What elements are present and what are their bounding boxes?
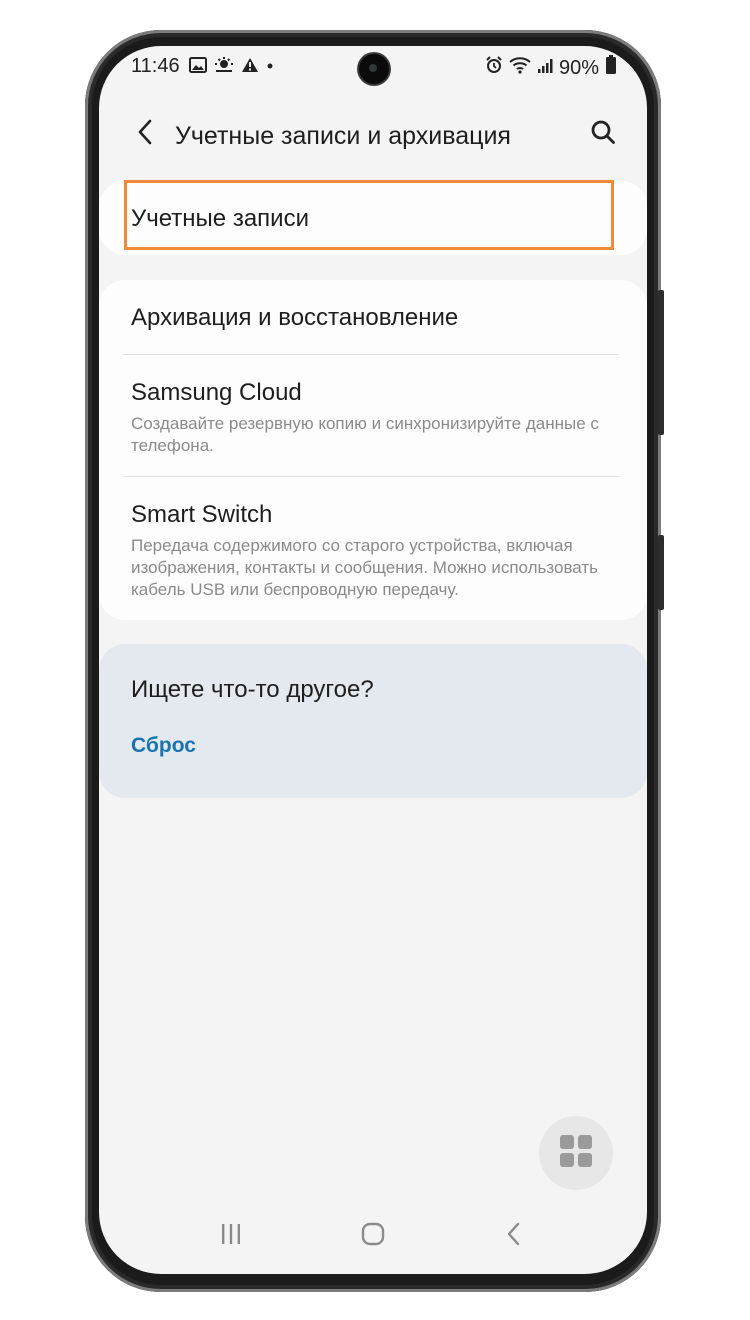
list-item-title: Smart Switch <box>131 501 273 528</box>
warning-icon <box>241 56 259 79</box>
status-time: 11:46 <box>131 55 180 77</box>
apps-button[interactable] <box>539 1116 613 1190</box>
chevron-left-icon <box>137 119 153 150</box>
list-item-backup-restore[interactable]: Архивация и восстановление <box>99 280 647 354</box>
apps-grid-icon <box>559 1134 593 1173</box>
recent-apps-icon <box>220 1223 242 1250</box>
list-item-title: Архивация и восстановление <box>131 304 459 331</box>
recent-apps-button[interactable] <box>206 1214 256 1258</box>
dot-icon <box>266 56 274 79</box>
battery-percent: 90% <box>558 56 599 79</box>
status-bar: 11:46 90% <box>99 52 647 88</box>
signal-icon <box>537 57 553 80</box>
battery-icon <box>605 55 617 81</box>
search-button[interactable] <box>583 114 623 154</box>
phone-frame: 11:46 90% Учетные записи и архивация Уче… <box>85 30 664 1292</box>
list-item-subtitle: Передача содержимого со старого устройст… <box>131 536 599 599</box>
suggestion-title: Ищете что-то другое? <box>131 676 374 703</box>
list-item-smart-switch[interactable]: Smart Switch Передача содержимого со ста… <box>99 477 647 620</box>
gallery-icon <box>189 56 207 79</box>
volume-button <box>658 290 664 435</box>
backup-card: Архивация и восстановление Samsung Cloud… <box>99 280 647 620</box>
home-button[interactable] <box>348 1214 398 1258</box>
back-button[interactable] <box>125 114 165 154</box>
highlight-frame <box>124 180 614 250</box>
list-item-samsung-cloud[interactable]: Samsung Cloud Создавайте резервную копию… <box>99 355 647 477</box>
wifi-icon <box>509 56 531 80</box>
back-nav-button[interactable] <box>489 1214 539 1258</box>
reset-link[interactable]: Сброс <box>131 734 196 758</box>
screen: 11:46 90% Учетные записи и архивация Уче… <box>99 46 647 1274</box>
suggestion-card: Ищете что-то другое? Сброс <box>99 644 647 798</box>
home-icon <box>361 1222 385 1251</box>
alarm-icon <box>485 56 503 80</box>
navigation-bar <box>99 1206 647 1266</box>
list-item-title: Samsung Cloud <box>131 379 302 406</box>
page-title: Учетные записи и архивация <box>175 122 511 150</box>
search-icon <box>590 119 616 150</box>
app-header: Учетные записи и архивация <box>99 108 647 168</box>
weather-icon <box>214 56 234 79</box>
power-button <box>658 535 664 610</box>
back-nav-icon <box>506 1222 522 1251</box>
list-item-subtitle: Создавайте резервную копию и синхронизир… <box>131 414 599 455</box>
